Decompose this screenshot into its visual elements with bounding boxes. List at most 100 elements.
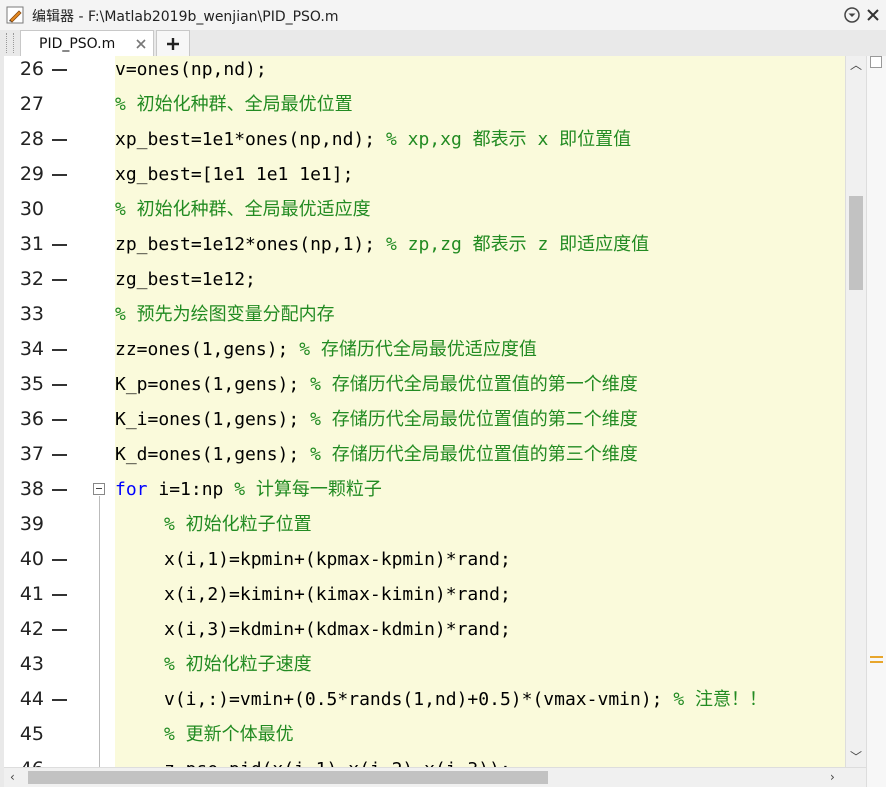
breakpoint-dash-marker[interactable]	[52, 419, 67, 421]
breakpoint-dash-marker[interactable]	[52, 279, 67, 281]
code-line[interactable]: 29 xg_best=[1e1 1e1 1e1];	[4, 157, 845, 192]
code-line[interactable]: 43 % 初始化粒子速度	[4, 647, 845, 682]
line-number: 31	[19, 233, 44, 255]
line-number: 41	[19, 583, 44, 605]
code-line[interactable]: 27 % 初始化种群、全局最优位置	[4, 87, 845, 122]
tab-pid-pso[interactable]: PID_PSO.m	[20, 30, 154, 56]
breakpoint-dash-marker[interactable]	[52, 244, 67, 246]
code-line[interactable]: 34 zz=ones(1,gens); % 存储历代全局最优适应度值	[4, 332, 845, 367]
breakpoint-dash-marker[interactable]	[52, 629, 67, 631]
code-text: v=ones(np,nd);	[115, 56, 267, 87]
chevron-right-icon[interactable]: ›	[830, 770, 835, 784]
code-line[interactable]: 41 x(i,2)=kimin+(kimax-kimin)*rand;	[4, 577, 845, 612]
line-number: 42	[19, 618, 44, 640]
breakpoint-dash-marker[interactable]	[52, 559, 67, 561]
line-number: 44	[19, 688, 44, 710]
line-number: 34	[19, 338, 44, 360]
code-line[interactable]: 36 K_i=ones(1,gens); % 存储历代全局最优位置值的第二个维度	[4, 402, 845, 437]
breakpoint-dash-marker[interactable]	[52, 69, 67, 71]
add-tab-button[interactable]	[156, 30, 190, 56]
code-text: K_p=ones(1,gens); % 存储历代全局最优位置值的第一个维度	[115, 367, 638, 402]
code-statement: x(i,2)=kimin+(kimax-kimin)*rand;	[164, 584, 511, 605]
close-x-icon[interactable]	[134, 37, 148, 51]
code-comment: % 注意！！	[673, 689, 768, 710]
code-text: z=pso_pid(x(i,1),x(i,2),x(i,3));	[164, 752, 511, 767]
code-comment: % 初始化粒子速度	[164, 654, 312, 675]
line-number: 45	[19, 723, 44, 745]
code-text: x(i,2)=kimin+(kimax-kimin)*rand;	[164, 577, 511, 612]
code-line[interactable]: 39 % 初始化粒子位置	[4, 507, 845, 542]
code-statement: x(i,1)=kpmin+(kpmax-kpmin)*rand;	[164, 549, 511, 570]
code-line[interactable]: 31 zp_best=1e12*ones(np,1); % zp,zg 都表示 z…	[4, 227, 845, 262]
code-line[interactable]: 40 x(i,1)=kpmin+(kpmax-kpmin)*rand;	[4, 542, 845, 577]
code-comment: % 初始化粒子位置	[164, 514, 312, 535]
code-statement: K_i=ones(1,gens);	[115, 409, 311, 430]
code-line[interactable]: 32 zg_best=1e12;	[4, 262, 845, 297]
code-comment: % 预先为绘图变量分配内存	[115, 304, 335, 325]
code-statement: v=ones(np,nd);	[115, 59, 267, 80]
warning-marker[interactable]	[870, 661, 883, 663]
horizontal-scrollbar[interactable]: ‹ ›	[4, 767, 866, 787]
dropdown-circle-icon[interactable]	[843, 6, 861, 24]
breakpoint-dash-marker[interactable]	[52, 454, 67, 456]
code-line[interactable]: 33 % 预先为绘图变量分配内存	[4, 297, 845, 332]
line-number: 40	[19, 548, 44, 570]
code-comment: % 存储历代全局最优适应度值	[299, 339, 537, 360]
code-line[interactable]: 30 % 初始化种群、全局最优适应度	[4, 192, 845, 227]
code-line[interactable]: 45 % 更新个体最优	[4, 717, 845, 752]
line-number: 32	[19, 268, 44, 290]
code-text: % 更新个体最优	[164, 717, 294, 752]
code-line[interactable]: 46 z=pso_pid(x(i,1),x(i,2),x(i,3));	[4, 752, 845, 767]
code-statement: x(i,3)=kdmin+(kdmax-kdmin)*rand;	[164, 619, 511, 640]
breakpoint-dash-marker[interactable]	[52, 174, 67, 176]
code-line[interactable]: 35 K_p=ones(1,gens); % 存储历代全局最优位置值的第一个维度	[4, 367, 845, 402]
vertical-scroll-thumb[interactable]	[849, 196, 863, 290]
code-analyzer-strip	[866, 56, 886, 787]
code-statement: v(i,:)=vmin+(0.5*rands(1,nd)+0.5)*(vmax-…	[164, 689, 674, 710]
tab-label: PID_PSO.m	[39, 36, 116, 52]
code-line[interactable]: 37 K_d=ones(1,gens); % 存储历代全局最优位置值的第三个维度	[4, 437, 845, 472]
collapse-toggle-icon[interactable]	[93, 483, 105, 495]
warning-marker[interactable]	[870, 656, 883, 658]
code-text: v(i,:)=vmin+(0.5*rands(1,nd)+0.5)*(vmax-…	[164, 682, 767, 717]
breakpoint-dash-marker[interactable]	[52, 139, 67, 141]
code-line[interactable]: 28 xp_best=1e1*ones(np,nd); % xp,xg 都表示 x…	[4, 122, 845, 157]
chevron-up-icon[interactable]: ︿	[850, 58, 862, 72]
line-number: 46	[4, 752, 44, 767]
code-text: x(i,1)=kpmin+(kpmax-kpmin)*rand;	[164, 542, 511, 577]
code-editor[interactable]: 26 v=ones(np,nd); 27 % 初始化种群、全局最优位置 28 xp_bes…	[4, 56, 845, 767]
breakpoint-dash-marker[interactable]	[52, 384, 67, 386]
line-number: 33	[19, 303, 44, 325]
code-text: K_d=ones(1,gens); % 存储历代全局最优位置值的第三个维度	[115, 437, 638, 472]
tab-grip-handle[interactable]	[6, 33, 14, 53]
breakpoint-dash-marker[interactable]	[52, 594, 67, 596]
tab-bar: PID_PSO.m	[0, 30, 886, 57]
code-statement: K_p=ones(1,gens);	[115, 374, 311, 395]
chevron-left-icon[interactable]: ‹	[10, 770, 15, 784]
code-text: zg_best=1e12;	[115, 262, 256, 297]
line-number: 27	[19, 93, 44, 115]
line-number: 36	[19, 408, 44, 430]
code-text: xp_best=1e1*ones(np,nd); % xp,xg 都表示 x 即…	[115, 122, 631, 157]
close-icon[interactable]	[864, 6, 882, 24]
plus-icon	[167, 38, 179, 50]
title-bar: 编辑器 - F:\Matlab2019b_wenjian\PID_PSO.m	[0, 0, 886, 31]
line-number: 30	[19, 198, 44, 220]
horizontal-scroll-thumb[interactable]	[28, 771, 548, 784]
chevron-down-icon[interactable]: ﹀	[850, 750, 862, 764]
code-line[interactable]: 42 x(i,3)=kdmin+(kdmax-kdmin)*rand;	[4, 612, 845, 647]
code-statement: K_d=ones(1,gens);	[115, 444, 311, 465]
code-line[interactable]: 26 v=ones(np,nd);	[4, 56, 845, 87]
line-number: 43	[19, 653, 44, 675]
analyzer-status-icon[interactable]	[870, 56, 882, 68]
code-text: % 预先为绘图变量分配内存	[115, 297, 335, 332]
minus-icon	[96, 488, 102, 489]
code-line[interactable]: 38 for i=1:np % 计算每一颗粒子	[4, 472, 845, 507]
code-line[interactable]: 44 v(i,:)=vmin+(0.5*rands(1,nd)+0.5)*(vma…	[4, 682, 845, 717]
breakpoint-dash-marker[interactable]	[52, 489, 67, 491]
breakpoint-dash-marker[interactable]	[52, 349, 67, 351]
editor-pencil-icon	[6, 6, 24, 24]
vertical-scrollbar[interactable]: ︿ ﹀	[845, 56, 866, 767]
line-number: 29	[19, 163, 44, 185]
breakpoint-dash-marker[interactable]	[52, 699, 67, 701]
